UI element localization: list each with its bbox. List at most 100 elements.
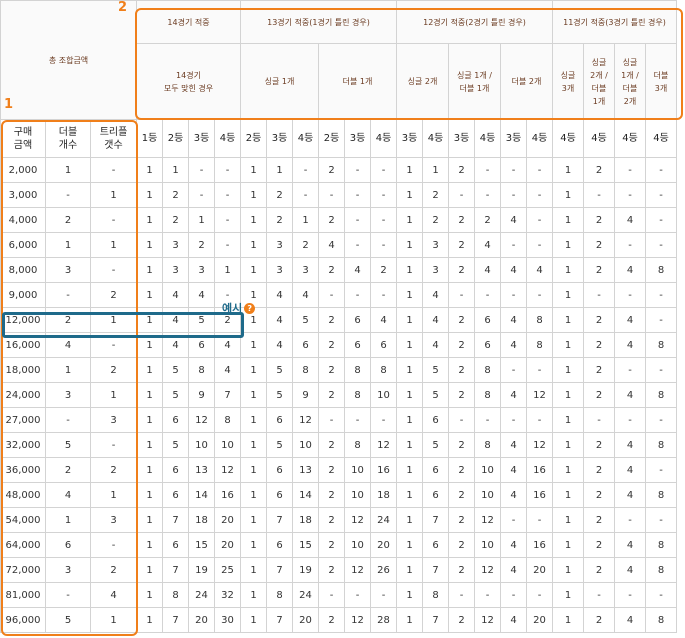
- purchase-amount-cell: 9,000: [0, 282, 46, 308]
- table-cell: 5: [162, 432, 189, 458]
- rank-header: 4등: [583, 119, 615, 158]
- table-cell: 4: [500, 382, 527, 408]
- purchase-amount-cell: 4,000: [0, 207, 46, 233]
- table-cell: 1: [90, 182, 137, 208]
- group-13-header: 13경기 적중(1경기 틀린 경우): [240, 0, 397, 44]
- table-cell: 1: [240, 557, 267, 583]
- table-cell: 1: [396, 332, 423, 358]
- table-cell: 5: [162, 357, 189, 383]
- table-cell: 7: [422, 607, 449, 633]
- table-cell: 5: [45, 607, 91, 633]
- table-cell: 10: [214, 432, 241, 458]
- table-cell: 18: [292, 507, 319, 533]
- table-cell: 1: [136, 507, 163, 533]
- table-cell: 2: [583, 232, 615, 258]
- table-cell: 4: [162, 332, 189, 358]
- table-cell: -: [370, 182, 397, 208]
- rank-header: 4등: [214, 119, 241, 158]
- table-cell: 6: [292, 332, 319, 358]
- table-cell: 4: [422, 332, 449, 358]
- table-cell: -: [645, 407, 677, 433]
- table-cell: 32: [214, 582, 241, 608]
- table-cell: 20: [292, 607, 319, 633]
- table-cell: 18: [370, 482, 397, 508]
- table-cell: 6: [188, 332, 215, 358]
- table-row: 24,000 3 1 1 5 9 7 1 5 9 2 8 10 1 5 2 8 4 12 1 2 4 8: [0, 382, 677, 408]
- table-cell: 8: [645, 607, 677, 633]
- table-cell: -: [645, 457, 677, 483]
- table-cell: 24: [188, 582, 215, 608]
- table-cell: -: [614, 357, 646, 383]
- table-cell: 16: [370, 457, 397, 483]
- table-cell: 1: [240, 582, 267, 608]
- example-label[interactable]: 예시?: [222, 300, 256, 316]
- table-cell: 2: [583, 457, 615, 483]
- table-cell: 1: [240, 182, 267, 208]
- table-cell: 5: [266, 432, 293, 458]
- table-cell: 2: [448, 607, 475, 633]
- table-cell: -: [500, 232, 527, 258]
- table-cell: -: [292, 182, 319, 208]
- sub-header: 싱글 1개 / 더블 1개: [448, 43, 501, 120]
- table-cell: -: [90, 207, 137, 233]
- table-cell: -: [645, 182, 677, 208]
- table-cell: 8: [645, 432, 677, 458]
- table-cell: 1: [136, 582, 163, 608]
- table-cell: 12: [344, 607, 371, 633]
- table-cell: 5: [266, 357, 293, 383]
- table-cell: -: [90, 532, 137, 558]
- table-cell: 6: [162, 457, 189, 483]
- table-cell: 12: [292, 407, 319, 433]
- table-cell: -: [370, 282, 397, 308]
- table-cell: 4: [500, 532, 527, 558]
- table-cell: -: [474, 157, 501, 183]
- table-cell: -: [614, 582, 646, 608]
- table-cell: -: [370, 157, 397, 183]
- badge-2: 2: [118, 0, 128, 15]
- rank-header: 3등: [266, 119, 293, 158]
- table-cell: 3: [45, 382, 91, 408]
- table-cell: 1: [45, 157, 91, 183]
- table-cell: 8: [474, 432, 501, 458]
- sub-header: 싱글 2개: [396, 43, 449, 120]
- table-cell: 1: [552, 482, 584, 508]
- table-cell: 24: [370, 507, 397, 533]
- table-cell: -: [526, 182, 553, 208]
- table-cell: 24: [292, 582, 319, 608]
- purchase-amount-cell: 64,000: [0, 532, 46, 558]
- table-cell: -: [526, 582, 553, 608]
- table-cell: 1: [552, 582, 584, 608]
- table-cell: 1: [90, 382, 137, 408]
- table-cell: 14: [188, 482, 215, 508]
- table-cell: 16: [214, 482, 241, 508]
- table-cell: 12: [370, 432, 397, 458]
- table-cell: 1: [396, 532, 423, 558]
- table-cell: 12: [526, 382, 553, 408]
- rank-header: 3등: [500, 119, 527, 158]
- table-cell: 2: [45, 307, 91, 333]
- table-cell: -: [526, 282, 553, 308]
- table-cell: 1: [240, 207, 267, 233]
- table-cell: 16: [526, 482, 553, 508]
- table-cell: 1: [162, 157, 189, 183]
- table-cell: 4: [214, 332, 241, 358]
- purchase-amount-cell: 54,000: [0, 507, 46, 533]
- table-cell: 5: [292, 307, 319, 333]
- table-cell: 1: [136, 257, 163, 283]
- table-cell: 1: [552, 532, 584, 558]
- table-cell: -: [614, 507, 646, 533]
- table-cell: 1: [240, 232, 267, 258]
- table-cell: 4: [614, 607, 646, 633]
- table-cell: 1: [396, 232, 423, 258]
- table-cell: 13: [292, 457, 319, 483]
- rank-header: 4등: [474, 119, 501, 158]
- table-cell: -: [526, 357, 553, 383]
- table-cell: 15: [292, 532, 319, 558]
- table-cell: 1: [45, 357, 91, 383]
- purchase-amount-cell: 72,000: [0, 557, 46, 583]
- rank-header: 3등: [448, 119, 475, 158]
- table-cell: 16: [526, 457, 553, 483]
- table-cell: 20: [188, 607, 215, 633]
- help-icon[interactable]: ?: [244, 303, 256, 314]
- rank-header: 3등: [188, 119, 215, 158]
